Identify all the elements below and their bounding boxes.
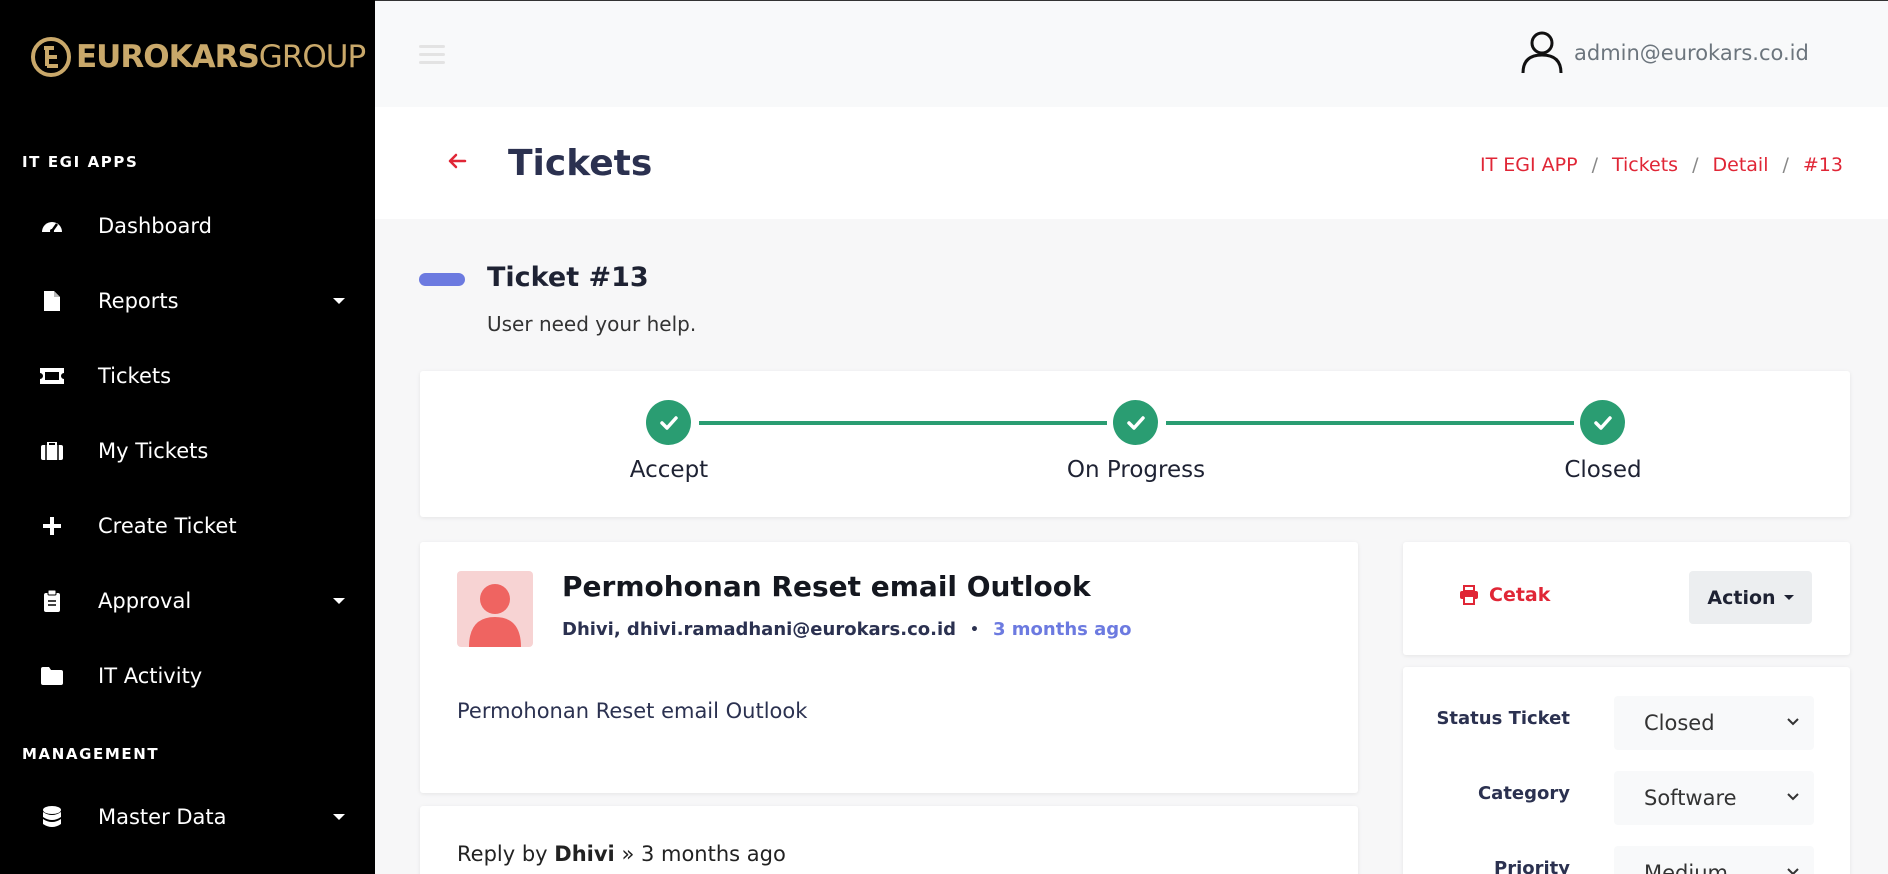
breadcrumb-item-current: #13 (1802, 154, 1843, 176)
category-label: Category (1477, 783, 1570, 804)
ticket-meta: Dhivi, dhivi.ramadhani@eurokars.co.id • … (562, 619, 1132, 640)
plus-icon (40, 514, 64, 538)
database-icon (40, 805, 64, 829)
status-ticket-select[interactable]: Closed (1614, 696, 1814, 750)
ticket-accent-pill (419, 273, 465, 286)
breadcrumb-item[interactable]: Tickets (1612, 154, 1678, 176)
user-email[interactable]: admin@eurokars.co.id (1574, 41, 1809, 65)
ticket-icon (40, 364, 64, 388)
sidebar-item-reports[interactable]: Reports (0, 273, 375, 329)
folder-icon (40, 664, 64, 688)
chevron-down-icon (333, 298, 345, 304)
priority-select[interactable]: Medium (1614, 846, 1814, 874)
breadcrumb-item[interactable]: IT EGI APP (1480, 154, 1578, 176)
tachometer-icon (40, 214, 64, 238)
ticket-detail-card: Permohonan Reset email Outlook Dhivi, dh… (420, 542, 1358, 793)
step-label-on-progress: On Progress (1066, 457, 1206, 483)
sidebar-item-label: My Tickets (98, 439, 209, 463)
sidebar-item-label: Create Ticket (98, 514, 237, 538)
chevron-down-icon (1787, 718, 1799, 726)
section-label-management: MANAGEMENT (22, 745, 160, 763)
chevron-down-icon (333, 814, 345, 820)
user-icon[interactable] (1520, 29, 1564, 75)
breadcrumb-separator: / (1591, 154, 1598, 176)
breadcrumb: IT EGI APP / Tickets / Detail / #13 (1480, 154, 1843, 176)
eurokars-emblem-icon (31, 37, 71, 77)
avatar (457, 571, 533, 647)
chevron-down-icon (1787, 793, 1799, 801)
ticket-progress-card: Accept On Progress Closed (420, 371, 1850, 517)
chevron-down-icon (1787, 868, 1799, 874)
priority-value: Medium (1644, 861, 1728, 874)
ticket-requester: Dhivi, dhivi.ramadhani@eurokars.co.id (562, 619, 957, 640)
clipboard-check-icon (40, 589, 64, 613)
sidebar-item-my-tickets[interactable]: My Tickets (0, 423, 375, 479)
ticket-subject: Permohonan Reset email Outlook (562, 570, 1091, 603)
sidebar-item-create-ticket[interactable]: Create Ticket (0, 498, 375, 554)
ticket-body: Permohonan Reset email Outlook (457, 699, 808, 723)
progress-connector (699, 421, 1107, 425)
category-select[interactable]: Software (1614, 771, 1814, 825)
reply-prefix: Reply by (457, 842, 548, 866)
sidebar-item-label: Approval (98, 589, 192, 613)
step-complete-check-icon (646, 400, 691, 445)
ticket-properties-card: Status Ticket Closed Category Software P… (1403, 667, 1850, 874)
step-label-accept: Accept (629, 457, 709, 483)
topbar: admin@eurokars.co.id (375, 0, 1888, 107)
sidebar-item-dashboard[interactable]: Dashboard (0, 198, 375, 254)
back-arrow-icon[interactable] (445, 149, 469, 173)
breadcrumb-separator: / (1782, 154, 1789, 176)
step-label-closed: Closed (1564, 457, 1642, 483)
sidebar: EUROKARSGROUP IT EGI APPS Dashboard Repo… (0, 0, 375, 874)
page-title: Tickets (508, 143, 653, 184)
brand-name-bold: EUROKARS (76, 39, 260, 75)
section-label-apps: IT EGI APPS (22, 153, 139, 171)
sidebar-item-label: Master Data (98, 805, 227, 829)
print-button-label: Cetak (1489, 584, 1551, 606)
ticket-time-ago: 3 months ago (993, 619, 1132, 640)
status-ticket-value: Closed (1644, 711, 1715, 735)
file-icon (40, 289, 64, 313)
sidebar-item-approval[interactable]: Approval (0, 573, 375, 629)
step-complete-check-icon (1113, 400, 1158, 445)
meta-separator: • (970, 621, 979, 638)
briefcase-icon (40, 439, 64, 463)
sidebar-item-label: Tickets (98, 364, 172, 388)
sidebar-item-tickets[interactable]: Tickets (0, 348, 375, 404)
priority-label: Priority (1494, 858, 1570, 874)
status-ticket-label: Status Ticket (1436, 708, 1570, 729)
sidebar-item-it-activity[interactable]: IT Activity (0, 648, 375, 704)
ticket-subheading: User need your help. (487, 312, 697, 336)
ticket-heading: Ticket #13 (487, 262, 649, 293)
category-value: Software (1644, 786, 1737, 810)
breadcrumb-item[interactable]: Detail (1713, 154, 1769, 176)
sidebar-item-label: Dashboard (98, 214, 212, 238)
action-dropdown-button[interactable]: Action (1689, 571, 1812, 624)
reply-time: » 3 months ago (621, 842, 786, 866)
reply-text: Reply by Dhivi » 3 months ago (457, 842, 786, 866)
chevron-down-icon (333, 598, 345, 604)
menu-toggle-icon[interactable] (419, 45, 445, 65)
step-complete-check-icon (1580, 400, 1625, 445)
print-button[interactable]: Cetak (1459, 584, 1550, 606)
sidebar-item-master-data[interactable]: Master Data (0, 789, 375, 845)
caret-down-icon (1783, 595, 1794, 600)
action-button-label: Action (1707, 586, 1776, 609)
action-card: Cetak Action (1403, 542, 1850, 655)
breadcrumb-separator: / (1692, 154, 1699, 176)
printer-icon (1460, 585, 1478, 605)
user-avatar-icon (469, 584, 521, 647)
sidebar-item-label: IT Activity (98, 664, 203, 688)
page-header: Tickets IT EGI APP / Tickets / Detail / … (375, 107, 1888, 219)
reply-card: Reply by Dhivi » 3 months ago (420, 806, 1358, 874)
brand-name-light: GROUP (258, 39, 366, 75)
progress-connector (1166, 421, 1574, 425)
reply-author: Dhivi (554, 842, 615, 866)
eurokars-logo[interactable]: EUROKARSGROUP (30, 36, 366, 78)
sidebar-item-label: Reports (98, 289, 179, 313)
